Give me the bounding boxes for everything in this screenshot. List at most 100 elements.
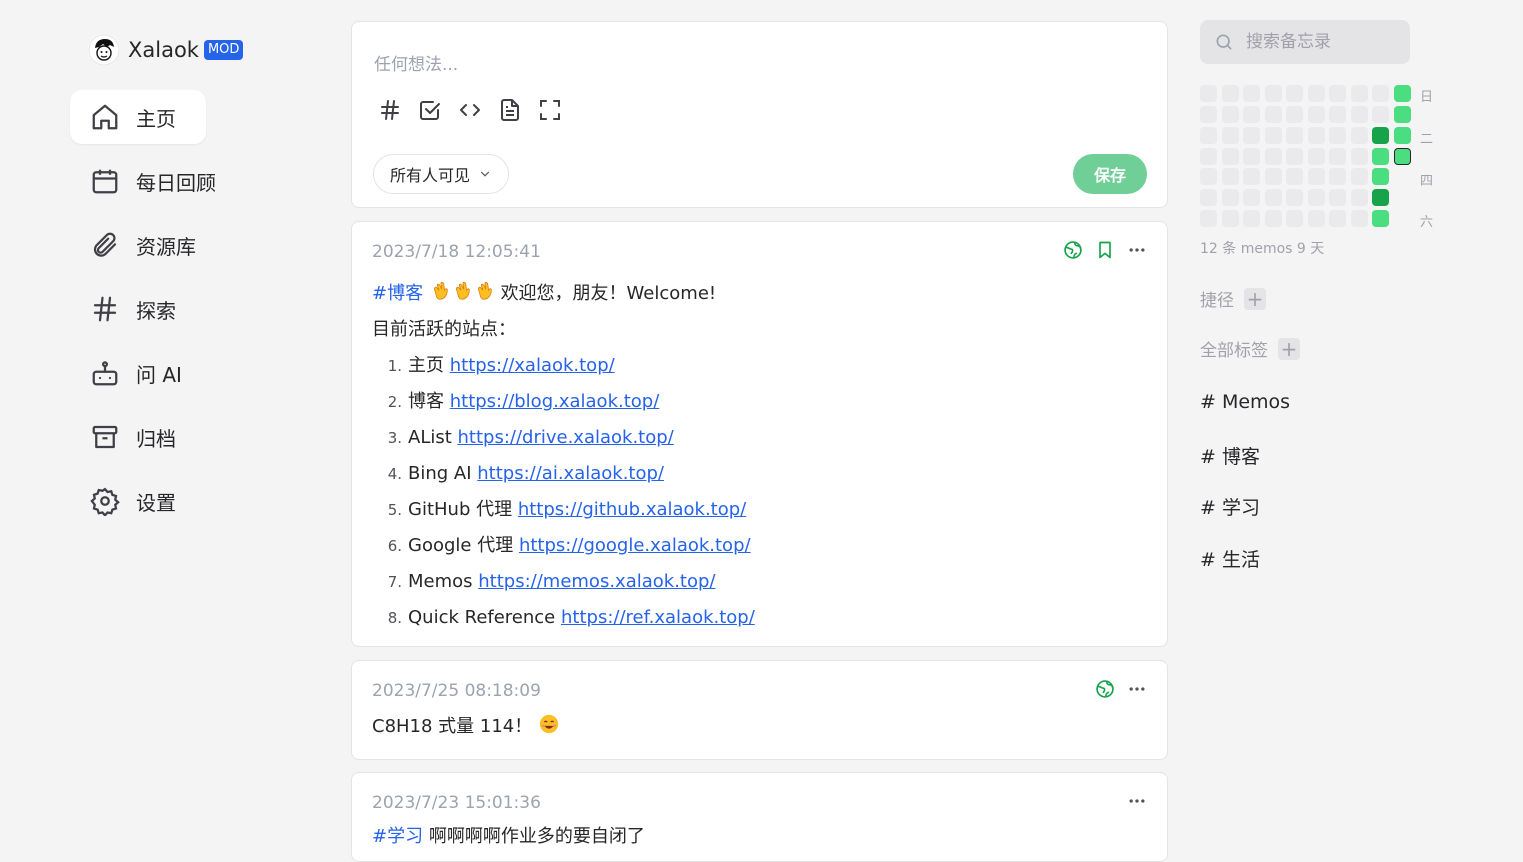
heatmap-cell[interactable] <box>1221 126 1239 144</box>
tag-item[interactable]: # 生活 <box>1200 545 1260 572</box>
file-icon[interactable] <box>498 98 522 122</box>
heatmap-cell[interactable] <box>1200 85 1217 102</box>
site-link[interactable]: https://blog.xalaok.top/ <box>450 384 660 420</box>
site-link[interactable]: https://ai.xalaok.top/ <box>477 456 664 492</box>
heatmap-cell[interactable] <box>1393 85 1411 102</box>
site-link[interactable]: https://google.xalaok.top/ <box>519 528 751 564</box>
heatmap-cell[interactable] <box>1350 147 1368 165</box>
public-globe-icon[interactable] <box>1063 240 1083 260</box>
heatmap-cell[interactable] <box>1350 85 1368 102</box>
bookmark-icon[interactable] <box>1095 240 1115 260</box>
heatmap-cell[interactable] <box>1329 147 1346 165</box>
memo-tag[interactable]: #博客 <box>372 283 423 304</box>
heatmap-cell[interactable] <box>1329 210 1346 228</box>
heatmap-cell[interactable] <box>1286 210 1303 228</box>
heatmap-cell[interactable] <box>1200 147 1217 165</box>
heatmap-cell[interactable] <box>1372 126 1389 144</box>
heatmap-cell[interactable] <box>1329 85 1346 102</box>
heatmap-cell[interactable] <box>1307 85 1325 102</box>
add-shortcut-button[interactable]: + <box>1244 287 1266 310</box>
site-link[interactable]: https://xalaok.top/ <box>450 348 615 384</box>
nav-item-archive[interactable]: 归档 <box>70 410 206 464</box>
heatmap-cell[interactable] <box>1221 210 1239 228</box>
heatmap-cell[interactable] <box>1393 147 1411 165</box>
heatmap-cell[interactable] <box>1264 85 1282 102</box>
fullscreen-icon[interactable] <box>538 98 562 122</box>
search-input[interactable] <box>1244 31 1408 53</box>
heatmap-cell[interactable] <box>1350 189 1368 207</box>
heatmap-cell[interactable] <box>1200 105 1217 123</box>
heatmap-cell[interactable] <box>1329 168 1346 186</box>
checkbox-icon[interactable] <box>418 98 442 122</box>
heatmap-cell[interactable] <box>1243 168 1260 186</box>
heatmap-cell[interactable] <box>1372 168 1389 186</box>
heatmap-cell[interactable] <box>1243 147 1260 165</box>
site-link[interactable]: https://github.xalaok.top/ <box>518 492 746 528</box>
heatmap-cell[interactable] <box>1286 85 1303 102</box>
memo-timestamp[interactable]: 2023/7/18 12:05:41 <box>372 242 541 262</box>
public-globe-icon[interactable] <box>1095 679 1115 699</box>
more-icon[interactable] <box>1127 679 1147 699</box>
heatmap-cell[interactable] <box>1243 105 1260 123</box>
nav-item-settings[interactable]: 设置 <box>70 474 206 528</box>
heatmap-cell[interactable] <box>1286 168 1303 186</box>
site-link[interactable]: https://ref.xalaok.top/ <box>561 600 755 636</box>
heatmap-cell[interactable] <box>1200 168 1217 186</box>
site-link[interactable]: https://memos.xalaok.top/ <box>478 564 715 600</box>
heatmap-cell[interactable] <box>1264 126 1282 144</box>
heatmap-cell[interactable] <box>1329 189 1346 207</box>
heatmap-cell[interactable] <box>1372 85 1389 102</box>
heatmap-cell[interactable] <box>1243 85 1260 102</box>
nav-item-home[interactable]: 主页 <box>70 90 206 144</box>
heatmap-cell[interactable] <box>1307 210 1325 228</box>
tag-item[interactable]: # 博客 <box>1200 442 1260 469</box>
memo-timestamp[interactable]: 2023/7/25 08:18:09 <box>372 681 541 701</box>
heatmap-cell[interactable] <box>1200 189 1217 207</box>
heatmap-cell[interactable] <box>1329 105 1346 123</box>
heatmap-cell[interactable] <box>1264 168 1282 186</box>
nav-item-resources[interactable]: 资源库 <box>70 218 206 272</box>
nav-item-daily-review[interactable]: 每日回顾 <box>70 154 216 208</box>
heatmap-cell[interactable] <box>1264 147 1282 165</box>
save-button[interactable]: 保存 <box>1073 154 1147 194</box>
heatmap-cell[interactable] <box>1200 210 1217 228</box>
heatmap-cell[interactable] <box>1350 126 1368 144</box>
heatmap-cell[interactable] <box>1200 126 1217 144</box>
heatmap-cell[interactable] <box>1286 126 1303 144</box>
memo-tag[interactable]: #学习 <box>372 826 423 847</box>
heatmap-cell[interactable] <box>1372 105 1389 123</box>
heatmap-cell[interactable] <box>1221 147 1239 165</box>
add-tag-button[interactable]: + <box>1278 337 1300 360</box>
heatmap-cell[interactable] <box>1264 210 1282 228</box>
visibility-select[interactable]: 所有人可见 <box>373 154 510 194</box>
heatmap-cell[interactable] <box>1286 147 1303 165</box>
heatmap-cell[interactable] <box>1307 105 1325 123</box>
more-icon[interactable] <box>1127 791 1147 811</box>
heatmap-cell[interactable] <box>1350 105 1368 123</box>
heatmap-cell[interactable] <box>1243 126 1260 144</box>
tag-item[interactable]: # Memos <box>1200 391 1290 413</box>
site-link[interactable]: https://drive.xalaok.top/ <box>458 420 674 456</box>
heatmap-cell[interactable] <box>1221 168 1239 186</box>
editor-input[interactable]: 任何想法... <box>374 50 458 75</box>
heatmap-cell[interactable] <box>1264 105 1282 123</box>
heatmap-cell[interactable] <box>1286 105 1303 123</box>
heatmap-cell[interactable] <box>1221 85 1239 102</box>
heatmap-cell[interactable] <box>1307 126 1325 144</box>
heatmap-cell[interactable] <box>1264 189 1282 207</box>
hash-icon[interactable] <box>378 98 402 122</box>
heatmap-cell[interactable] <box>1307 168 1325 186</box>
brand[interactable]: Xalaok MOD <box>88 33 244 67</box>
tag-item[interactable]: # 学习 <box>1200 493 1260 520</box>
heatmap-cell[interactable] <box>1350 210 1368 228</box>
heatmap-cell[interactable] <box>1307 189 1325 207</box>
heatmap-cell[interactable] <box>1372 147 1389 165</box>
heatmap-cell[interactable] <box>1393 126 1411 144</box>
more-icon[interactable] <box>1127 240 1147 260</box>
heatmap-cell[interactable] <box>1329 126 1346 144</box>
heatmap-cell[interactable] <box>1221 189 1239 207</box>
nav-item-ask-ai[interactable]: 问 AI <box>70 346 206 400</box>
memo-timestamp[interactable]: 2023/7/23 15:01:36 <box>372 793 541 813</box>
heatmap-cell[interactable] <box>1350 168 1368 186</box>
heatmap-cell[interactable] <box>1393 105 1411 123</box>
